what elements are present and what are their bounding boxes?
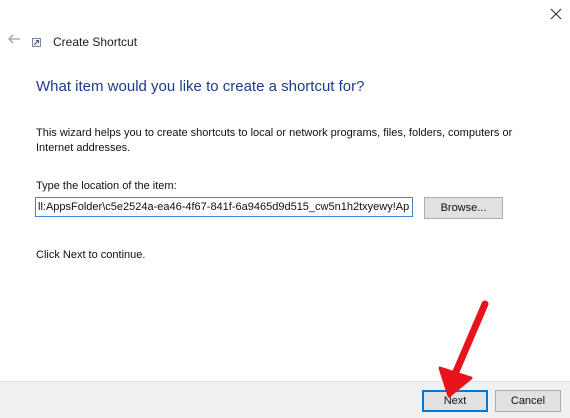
create-shortcut-window: Create Shortcut What item would you like… <box>0 0 570 418</box>
cancel-button[interactable]: Cancel <box>495 390 561 412</box>
close-icon[interactable] <box>546 4 566 24</box>
wizard-heading: What item would you like to create a sho… <box>36 78 365 95</box>
browse-button[interactable]: Browse... <box>424 197 503 219</box>
title-bar: Create Shortcut <box>0 0 570 62</box>
wizard-description: This wizard helps you to create shortcut… <box>36 127 513 154</box>
next-button[interactable]: Next <box>422 390 488 412</box>
shortcut-app-icon <box>32 38 41 47</box>
location-input[interactable] <box>35 197 413 217</box>
back-arrow-icon[interactable] <box>6 31 22 47</box>
location-label: Type the location of the item: <box>36 180 177 192</box>
window-title: Create Shortcut <box>53 35 138 49</box>
continue-instruction: Click Next to continue. <box>36 249 146 261</box>
